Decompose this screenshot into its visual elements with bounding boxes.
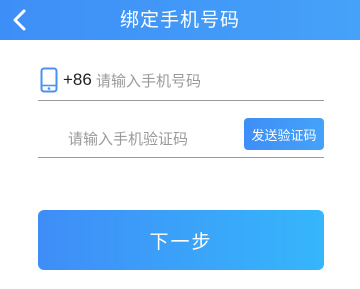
mobile-phone-icon — [40, 67, 58, 93]
verify-code-row: 发送验证码 — [38, 118, 324, 156]
verify-code-input[interactable] — [68, 124, 238, 154]
send-code-button[interactable]: 发送验证码 — [244, 118, 324, 150]
phone-row: +86 — [38, 64, 324, 100]
phone-divider — [38, 100, 324, 101]
country-code[interactable]: +86 — [63, 70, 92, 90]
verify-divider — [38, 157, 324, 158]
page-title: 绑定手机号码 — [119, 9, 240, 31]
next-step-button[interactable]: 下一步 — [38, 210, 324, 270]
phone-number-input[interactable] — [96, 66, 316, 96]
top-bar: 绑定手机号码 — [0, 0, 360, 40]
